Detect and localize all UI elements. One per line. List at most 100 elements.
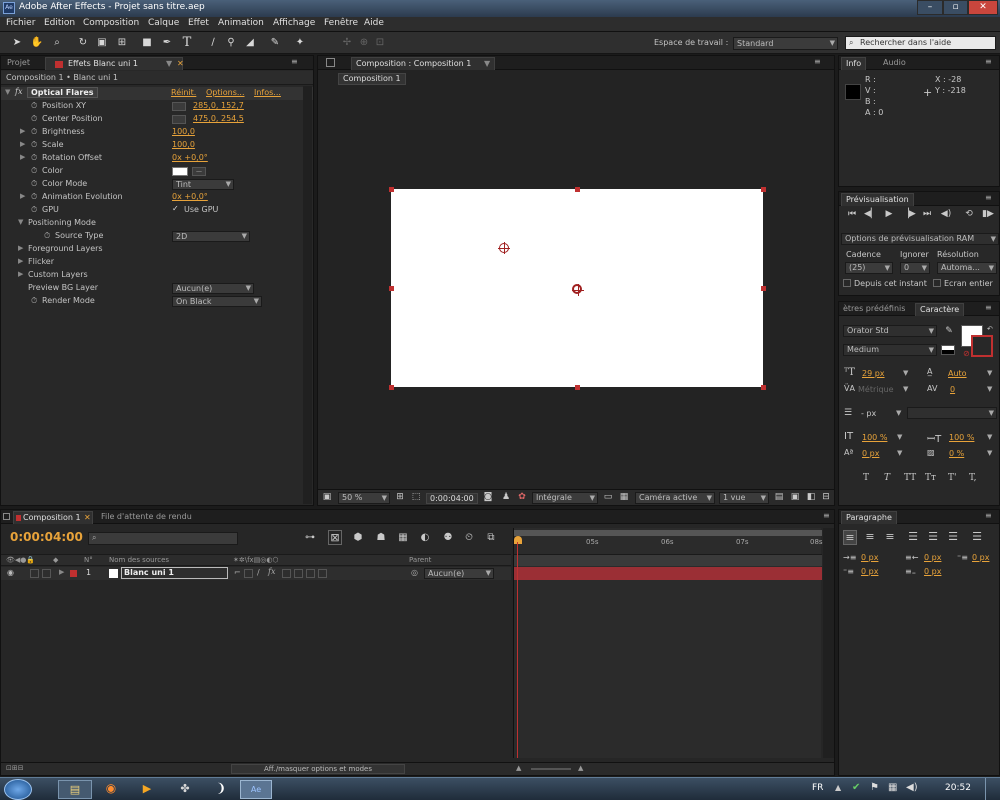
space-before-value[interactable]: 0 px xyxy=(861,567,878,576)
eyedropper-icon[interactable]: ✎ xyxy=(943,326,955,336)
expand-triangle-icon[interactable]: ▼ xyxy=(5,88,10,96)
vertical-scale-value[interactable]: 100 % xyxy=(862,433,887,442)
expand-triangle-icon[interactable]: ▶ xyxy=(59,568,64,576)
work-area-bar[interactable] xyxy=(514,530,822,536)
stopwatch-icon[interactable]: ⏱ xyxy=(31,114,37,124)
tab-composition[interactable]: Composition : Composition 1 ▼ xyxy=(351,57,495,70)
ram-options-select[interactable]: Options de prévisualisation RAM ▼ xyxy=(841,233,999,245)
bbox-handle[interactable] xyxy=(761,187,766,192)
tracking-value[interactable]: 0 xyxy=(950,385,955,394)
expand-triangle-icon[interactable]: ▶ xyxy=(18,257,23,265)
eraser-tool-icon[interactable]: ◢ xyxy=(243,36,257,50)
views-select[interactable]: 1 vue ▼ xyxy=(719,492,769,504)
color-mode-select[interactable]: Tint ▼ xyxy=(172,179,234,190)
all-caps-button[interactable]: TT xyxy=(904,473,916,483)
stroke-style-select[interactable]: ▼ xyxy=(907,407,997,419)
stopwatch-icon[interactable]: ⏱ xyxy=(31,296,37,306)
layer-name[interactable]: Blanc uni 1 xyxy=(121,567,228,579)
tab-character[interactable]: Caractère xyxy=(915,303,965,316)
flare-center-crosshair-icon[interactable] xyxy=(572,284,584,296)
close-tab-icon[interactable]: ✕ xyxy=(84,512,91,524)
render-mode-select[interactable]: On Black ▼ xyxy=(172,296,262,307)
bbox-handle[interactable] xyxy=(389,187,394,192)
media-player-taskbar-icon[interactable]: ▶ xyxy=(132,780,162,799)
superscript-button[interactable]: T' xyxy=(948,473,956,483)
tab-info[interactable]: Info xyxy=(841,57,867,70)
parent-select[interactable]: Aucun(e) ▼ xyxy=(424,568,494,579)
layer-row[interactable]: ◉ ▶ 1 Blanc uni 1 ⌐ / fx ◎ Aucun(e) ▼ xyxy=(1,567,511,580)
tray-expand-icon[interactable]: ▲ xyxy=(835,783,841,792)
panel-menu-icon[interactable]: ≡ xyxy=(291,57,298,66)
indent-first-line-value[interactable]: 0 px xyxy=(972,553,989,562)
bbox-handle[interactable] xyxy=(575,187,580,192)
toggle-pixel-aspect-icon[interactable]: ▤ xyxy=(773,492,785,502)
clock[interactable]: 20:52 xyxy=(945,783,971,793)
ram-preview-icon[interactable]: ▮▶ xyxy=(982,209,994,219)
menu-edition[interactable]: Edition xyxy=(44,18,75,28)
align-center-icon[interactable]: ≡ xyxy=(863,530,877,543)
black-white-swatch[interactable] xyxy=(941,345,955,355)
layer-duration-bar[interactable] xyxy=(514,567,822,580)
crosshair-button[interactable] xyxy=(172,102,186,111)
swap-colors-icon[interactable]: ↶ xyxy=(987,325,993,333)
justify-last-right-icon[interactable]: ☰ xyxy=(946,530,960,543)
menu-fichier[interactable]: Fichier xyxy=(6,18,35,28)
stroke-color-swatch[interactable] xyxy=(971,335,993,357)
justify-last-center-icon[interactable]: ☰ xyxy=(926,530,940,543)
baseline-shift-value[interactable]: 0 px xyxy=(862,449,879,458)
zoom-in-icon[interactable]: ▲ xyxy=(578,764,583,772)
selection-tool-icon[interactable]: ➤ xyxy=(10,36,24,50)
comp-mini-flowchart-icon[interactable]: ⊶ xyxy=(301,532,319,543)
text-tool-icon[interactable]: T xyxy=(180,36,194,50)
collapse-switch[interactable] xyxy=(244,569,253,578)
bbox-handle[interactable] xyxy=(389,385,394,390)
stopwatch-icon[interactable]: ⏱ xyxy=(31,192,37,202)
transparency-grid-icon[interactable]: ▦ xyxy=(618,492,630,502)
chevron-down-icon[interactable]: ▼ xyxy=(896,409,901,417)
indent-right-value[interactable]: 0 px xyxy=(924,553,941,562)
puppet-tool-icon[interactable]: ✦ xyxy=(293,36,307,50)
menu-composition[interactable]: Composition xyxy=(83,18,139,28)
zoom-out-icon[interactable]: ▲ xyxy=(516,764,521,772)
tab-projet[interactable]: Projet xyxy=(3,57,34,70)
explorer-taskbar-icon[interactable]: ▤ xyxy=(58,780,92,799)
panel-menu-icon[interactable]: ≡ xyxy=(985,57,992,66)
composition-subtab[interactable]: Composition 1 xyxy=(338,73,406,85)
workspace-select[interactable]: Standard ▼ xyxy=(733,37,838,50)
prop-value[interactable]: 285,0, 152,7 xyxy=(193,101,244,110)
reset-link[interactable]: Réinit. xyxy=(171,88,196,97)
current-time[interactable]: 0:00:04:00 xyxy=(426,493,478,504)
menu-effet[interactable]: Effet xyxy=(188,18,209,28)
show-desktop-button[interactable] xyxy=(985,778,999,800)
align-left-icon[interactable]: ≡ xyxy=(843,530,857,545)
menu-aide[interactable]: Aide xyxy=(364,18,384,28)
stopwatch-icon[interactable]: ⏱ xyxy=(31,153,37,163)
rectangle-tool-icon[interactable]: ■ xyxy=(140,36,154,50)
motion-blur-switch[interactable] xyxy=(294,569,303,578)
draft-3d-icon[interactable]: ⬢ xyxy=(351,532,365,543)
quality-switch-icon[interactable]: / xyxy=(257,568,260,577)
prop-value[interactable]: 100,0 xyxy=(172,127,195,136)
menu-fenetre[interactable]: Fenêtre xyxy=(324,18,358,28)
shy-switch-icon[interactable]: ⌐ xyxy=(234,568,241,577)
help-search-input[interactable]: ⌕ Rechercher dans l'aide xyxy=(845,36,996,50)
pen-tool-icon[interactable]: ✒ xyxy=(160,36,174,50)
horizontal-scale-value[interactable]: 100 % xyxy=(949,433,974,442)
space-after-value[interactable]: 0 px xyxy=(924,567,941,576)
play-icon[interactable]: ▶ xyxy=(883,209,895,219)
expand-triangle-icon[interactable]: ▼ xyxy=(18,218,23,226)
faux-italic-button[interactable]: T xyxy=(884,473,890,483)
tab-effects[interactable]: Effets Blanc uni 1 ▼ ✕ xyxy=(45,57,184,70)
panel-menu-icon[interactable]: ≡ xyxy=(985,511,992,520)
color-swatch[interactable] xyxy=(172,167,188,176)
source-name-header[interactable]: Nom des sources xyxy=(109,556,169,564)
no-fill-icon[interactable]: ⊘ xyxy=(963,349,970,358)
first-frame-icon[interactable]: ⏮ xyxy=(846,209,858,219)
footer-toggle-icons[interactable]: ⊡⊞⊟ xyxy=(6,764,24,772)
axis-world-icon[interactable]: ⊕ xyxy=(357,36,371,50)
color-channels-icon[interactable]: ✿ xyxy=(516,492,528,502)
tab-audio[interactable]: Audio xyxy=(879,57,910,70)
justify-last-left-icon[interactable]: ☰ xyxy=(906,530,920,543)
panel-menu-icon[interactable]: ≡ xyxy=(985,303,992,312)
minimize-button[interactable]: – xyxy=(917,0,943,15)
